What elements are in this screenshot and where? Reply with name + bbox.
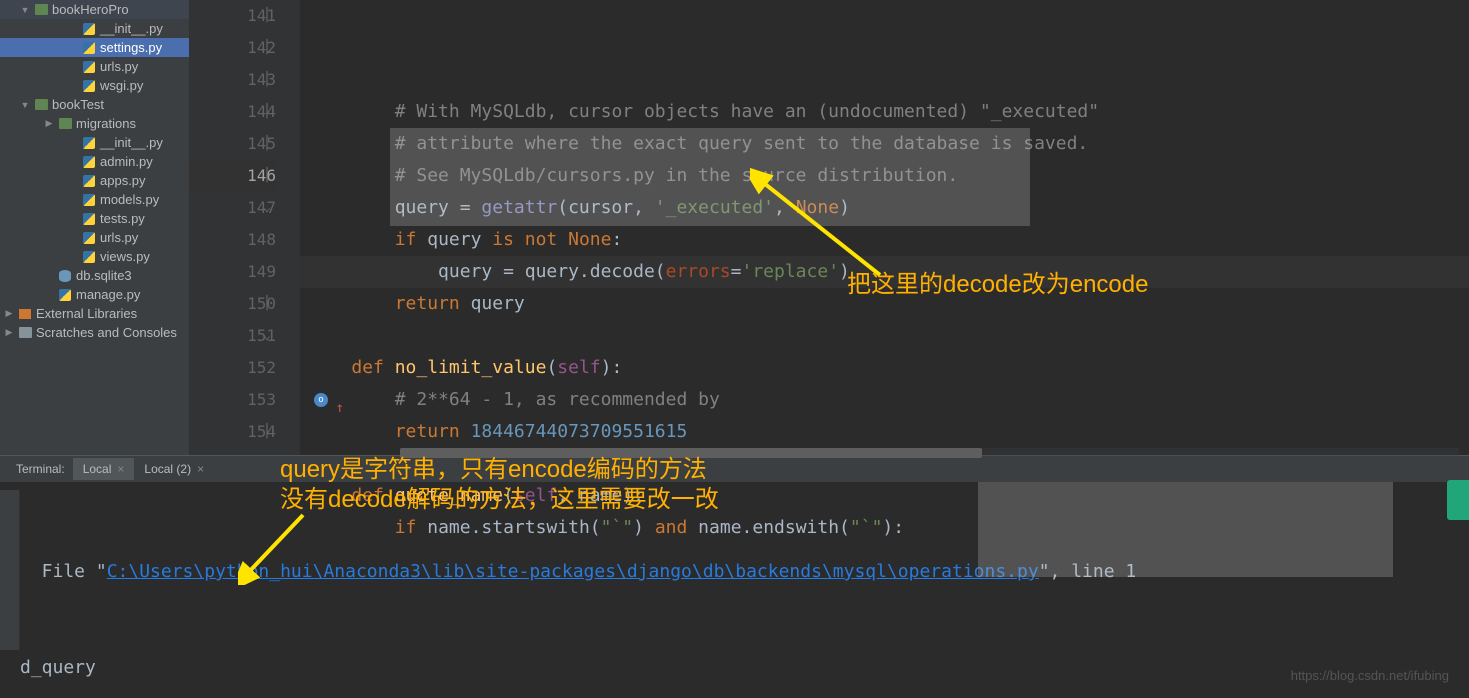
gutter-line-152[interactable]: 152: [190, 352, 276, 384]
code-line-150[interactable]: # 2**64 - 1, as recommended by: [300, 384, 1469, 416]
tree-item-urls-py[interactable]: urls.py: [0, 57, 189, 76]
fold-end-icon[interactable]: ⌄: [262, 331, 272, 341]
tree-item---init---py[interactable]: __init__.py: [0, 133, 189, 152]
close-icon[interactable]: ×: [197, 462, 204, 476]
tree-item-manage-py[interactable]: manage.py: [0, 285, 189, 304]
code-lines[interactable]: # With MySQLdb, cursor objects have an (…: [300, 0, 1469, 455]
terminal-tab-local[interactable]: Local ×: [73, 458, 135, 480]
code-line-144[interactable]: query = getattr(cursor, '_executed', Non…: [300, 192, 1469, 224]
tree-item-migrations[interactable]: ▶migrations: [0, 114, 189, 133]
line-gutter: 141⎮142⎮143⎮144⎮145⎮146⎮147⌄148149o↑150⎮…: [190, 0, 300, 455]
py-icon: [82, 136, 96, 150]
django-folder-icon: [34, 98, 48, 112]
py-icon: [82, 60, 96, 74]
tree-item-booktest[interactable]: ▼bookTest: [0, 95, 189, 114]
py-icon: [58, 288, 72, 302]
tree-item-wsgi-py[interactable]: wsgi.py: [0, 76, 189, 95]
chevron-right-icon[interactable]: ▶: [4, 309, 14, 319]
tree-item-settings-py[interactable]: settings.py: [0, 38, 189, 57]
right-tool-button[interactable]: [1447, 480, 1469, 520]
gutter-line-144[interactable]: 144⎮: [190, 96, 276, 128]
fold-mid-icon[interactable]: ⎮: [262, 171, 272, 181]
gutter-line-147[interactable]: 147⌄: [190, 192, 276, 224]
code-line-148[interactable]: [300, 320, 1469, 352]
py-icon: [82, 155, 96, 169]
gutter-line-146[interactable]: 146⎮: [190, 160, 276, 192]
code-line-141[interactable]: # With MySQLdb, cursor objects have an (…: [300, 96, 1469, 128]
fold-mid-icon[interactable]: ⎮: [262, 427, 272, 437]
chevron-down-icon[interactable]: ▼: [20, 100, 30, 110]
db-icon: [58, 269, 72, 283]
fold-mid-icon[interactable]: ⎮: [262, 75, 272, 85]
py-icon: [82, 41, 96, 55]
chevron-down-icon[interactable]: ▼: [20, 5, 30, 15]
tree-item-db-sqlite3[interactable]: db.sqlite3: [0, 266, 189, 285]
gutter-line-143[interactable]: 143⎮: [190, 64, 276, 96]
fold-mid-icon[interactable]: ⎮: [262, 43, 272, 53]
chevron-right-icon[interactable]: ▶: [4, 328, 14, 338]
tree-item-views-py[interactable]: views.py: [0, 247, 189, 266]
tree-item-bookheropro[interactable]: ▼bookHeroPro: [0, 0, 189, 19]
code-line-146[interactable]: query = query.decode(errors='replace'): [300, 256, 1469, 288]
code-line-151[interactable]: return 18446744073709551615: [300, 416, 1469, 448]
tree-item---init---py[interactable]: __init__.py: [0, 19, 189, 38]
py-icon: [82, 174, 96, 188]
terminal-label: Terminal:: [8, 462, 73, 476]
fold-mid-icon[interactable]: ⎮: [262, 299, 272, 309]
tree-item-external-libraries[interactable]: ▶External Libraries: [0, 304, 189, 323]
fold-mid-icon[interactable]: ⎮: [262, 139, 272, 149]
py-icon: [82, 79, 96, 93]
file-link[interactable]: C:\Users\python_hui\Anaconda3\lib\site-p…: [107, 561, 1039, 582]
py-icon: [82, 22, 96, 36]
terminal-panel: Terminal: Local × Local (2) × File "C:\U…: [0, 455, 1469, 698]
gutter-line-153[interactable]: 153o↑: [190, 384, 276, 416]
terminal-output[interactable]: File "C:\Users\python_hui\Anaconda3\lib\…: [0, 482, 1469, 698]
tree-item-models-py[interactable]: models.py: [0, 190, 189, 209]
gutter-line-151[interactable]: 151⌄: [190, 320, 276, 352]
fold-mid-icon[interactable]: ⎮: [262, 107, 272, 117]
py-icon: [82, 193, 96, 207]
close-icon[interactable]: ×: [117, 462, 124, 476]
code-line-149[interactable]: def no_limit_value(self):: [300, 352, 1469, 384]
terminal-tab-local2[interactable]: Local (2) ×: [134, 458, 214, 480]
django-folder-icon: [34, 3, 48, 17]
django-folder-icon: [58, 117, 72, 131]
gutter-line-141[interactable]: 141⎮: [190, 0, 276, 32]
terminal-line: d_query: [20, 652, 1449, 684]
gutter-line-145[interactable]: 145⎮: [190, 128, 276, 160]
tree-item-tests-py[interactable]: tests.py: [0, 209, 189, 228]
fold-mid-icon[interactable]: ⎮: [262, 11, 272, 21]
code-line-143[interactable]: # See MySQLdb/cursors.py in the source d…: [300, 160, 1469, 192]
code-line-147[interactable]: return query: [300, 288, 1469, 320]
lib-icon: [18, 307, 32, 321]
gutter-line-148[interactable]: 148: [190, 224, 276, 256]
project-tree[interactable]: ▼bookHeroPro__init__.pysettings.pyurls.p…: [0, 0, 190, 455]
folder-icon: [18, 326, 32, 340]
code-editor[interactable]: 141⎮142⎮143⎮144⎮145⎮146⎮147⌄148149o↑150⎮…: [190, 0, 1469, 455]
gutter-line-150[interactable]: 150⎮: [190, 288, 276, 320]
tree-item-admin-py[interactable]: admin.py: [0, 152, 189, 171]
code-line-142[interactable]: # attribute where the exact query sent t…: [300, 128, 1469, 160]
chevron-right-icon[interactable]: ▶: [44, 119, 54, 129]
py-icon: [82, 212, 96, 226]
tree-item-scratches-and-consoles[interactable]: ▶Scratches and Consoles: [0, 323, 189, 342]
gutter-line-154[interactable]: 154⎮: [190, 416, 276, 448]
gutter-line-149[interactable]: 149o↑: [190, 256, 276, 288]
watermark: https://blog.csdn.net/ifubing: [1291, 668, 1449, 683]
structure-tool-button[interactable]: [0, 490, 20, 650]
hscroll-thumb[interactable]: [400, 448, 982, 458]
code-line-145[interactable]: if query is not None:: [300, 224, 1469, 256]
py-icon: [82, 231, 96, 245]
py-icon: [82, 250, 96, 264]
tree-item-urls-py[interactable]: urls.py: [0, 228, 189, 247]
gutter-line-142[interactable]: 142⎮: [190, 32, 276, 64]
fold-end-icon[interactable]: ⌄: [262, 203, 272, 213]
tree-item-apps-py[interactable]: apps.py: [0, 171, 189, 190]
editor-hscroll[interactable]: [400, 448, 1459, 458]
